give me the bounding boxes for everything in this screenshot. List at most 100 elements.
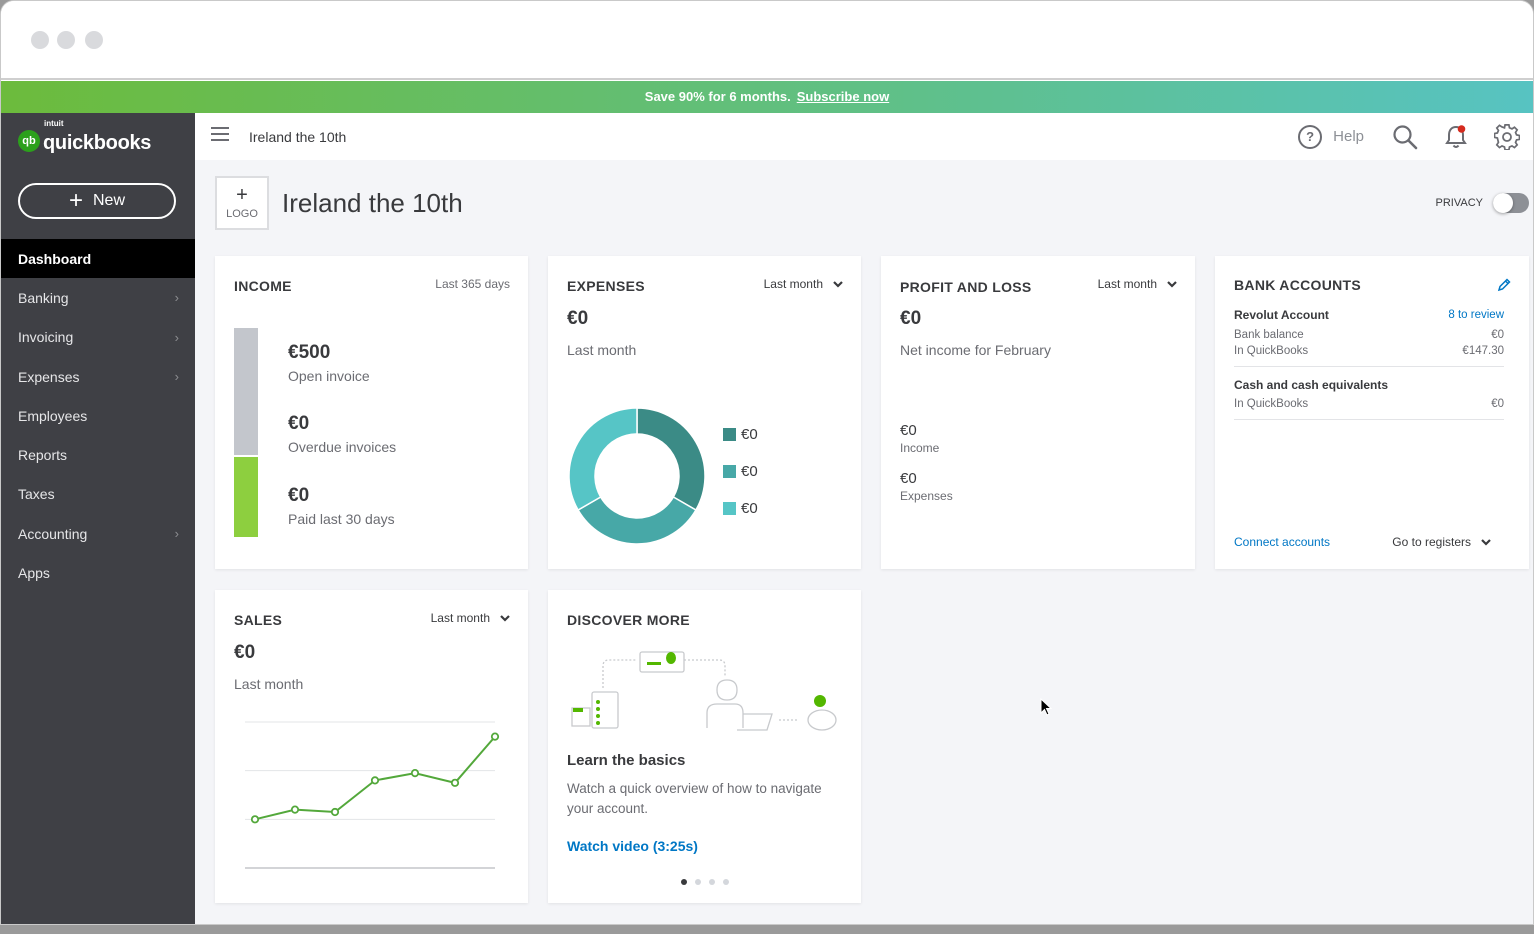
income-bar[interactable] xyxy=(234,328,258,537)
page-title: Ireland the 10th xyxy=(282,188,463,218)
sidebar-item-reports[interactable]: Reports xyxy=(1,435,195,474)
sidebar-nav: Dashboard Banking › Invoicing › Expenses › Empl… xyxy=(1,239,195,593)
pl-income-value: €0 xyxy=(900,422,917,439)
sales-point[interactable] xyxy=(490,732,500,741)
pl-expenses-stat[interactable]: €0 Expenses xyxy=(900,470,953,503)
privacy-control: PRIVACY xyxy=(1436,193,1529,213)
help-button[interactable]: ? Help xyxy=(1298,124,1364,149)
company-name: Ireland the 10th xyxy=(249,129,347,145)
window-minimize-dot[interactable] xyxy=(57,31,75,49)
sidebar-item-label: Reports xyxy=(18,447,68,464)
expenses-legend-item[interactable]: €0 xyxy=(723,500,758,517)
subscribe-link[interactable]: Subscribe now xyxy=(797,89,889,104)
income-bar-unpaid xyxy=(234,328,258,456)
paid-value: €0 xyxy=(288,485,310,506)
carousel-dot[interactable] xyxy=(722,879,729,885)
sales-point[interactable] xyxy=(450,778,460,787)
qb-logo-icon: qb xyxy=(18,130,40,152)
sales-point[interactable] xyxy=(290,805,300,814)
new-button[interactable]: + New xyxy=(18,183,176,219)
chevron-down-icon xyxy=(500,615,510,622)
expenses-legend-item[interactable]: €0 xyxy=(723,463,758,480)
sidebar-item-label: Dashboard xyxy=(18,250,92,267)
sidebar-item-label: Expenses xyxy=(18,368,80,385)
carousel-dot[interactable] xyxy=(680,879,687,885)
carousel-dot[interactable] xyxy=(708,879,715,885)
hamburger-menu-icon[interactable] xyxy=(211,127,229,141)
chevron-down-icon xyxy=(1167,281,1177,288)
open-invoice-value: €500 xyxy=(288,342,331,363)
sales-point[interactable] xyxy=(370,776,380,785)
sidebar-item-accounting[interactable]: Accounting › xyxy=(1,514,195,553)
carousel-pagination xyxy=(548,879,861,885)
notification-bell-icon xyxy=(1445,124,1467,148)
add-logo-button[interactable]: + LOGO xyxy=(215,176,269,230)
bank-balance-row: Bank balance €0 xyxy=(1234,327,1504,343)
sales-total: €0 xyxy=(234,642,256,663)
expenses-total: €0 xyxy=(567,308,589,329)
overdue-invoices-stat[interactable]: €0 Overdue invoices xyxy=(288,413,396,455)
bank-account-item[interactable]: Cash and cash equivalents In QuickBooks €0 xyxy=(1234,377,1504,420)
legend-swatch xyxy=(723,428,736,441)
donut-slice-1[interactable] xyxy=(636,407,706,512)
notifications-button[interactable] xyxy=(1444,124,1468,150)
watch-video-link[interactable]: Watch video (3:25s) xyxy=(567,838,698,854)
sidebar-item-dashboard[interactable]: Dashboard xyxy=(1,239,195,279)
profit-loss-period-dropdown[interactable]: Last month xyxy=(1098,277,1177,291)
discover-more-card: DISCOVER MORE Learn the basics Watch a q… xyxy=(548,590,861,903)
sidebar-item-label: Invoicing xyxy=(18,329,74,346)
window-chrome xyxy=(1,1,1533,80)
bank-balance-row: In QuickBooks €0 xyxy=(1234,396,1504,412)
sidebar: qb intuit quickbooks + New Dashboard Bank… xyxy=(1,113,195,924)
balance-value: €0 xyxy=(1491,329,1504,341)
sidebar-item-employees[interactable]: Employees xyxy=(1,396,195,435)
sidebar-item-taxes[interactable]: Taxes xyxy=(1,475,195,514)
chevron-right-icon: › xyxy=(174,526,179,542)
sales-point[interactable] xyxy=(410,768,420,778)
paid-stat[interactable]: €0 Paid last 30 days xyxy=(288,485,395,527)
expenses-legend-item[interactable]: €0 xyxy=(723,426,758,443)
donut-slice-2[interactable] xyxy=(577,495,697,545)
pl-expenses-value: €0 xyxy=(900,470,917,487)
pl-income-stat[interactable]: €0 Income xyxy=(900,422,939,455)
edit-pencil-icon[interactable] xyxy=(1497,278,1511,292)
window-maximize-dot[interactable] xyxy=(85,31,103,49)
window-close-dot[interactable] xyxy=(31,31,49,49)
plus-icon: + xyxy=(68,187,83,214)
bank-accounts-card: BANK ACCOUNTS Revolut Account 8 to review… xyxy=(1215,256,1529,569)
chevron-right-icon: › xyxy=(174,290,179,306)
sidebar-item-banking[interactable]: Banking › xyxy=(1,278,195,317)
registers-label: Go to registers xyxy=(1392,535,1471,549)
sidebar-item-apps[interactable]: Apps xyxy=(1,553,195,592)
sales-point[interactable] xyxy=(330,807,340,817)
sales-line-chart xyxy=(245,721,500,869)
sales-period-dropdown[interactable]: Last month xyxy=(431,611,510,625)
sidebar-item-invoicing[interactable]: Invoicing › xyxy=(1,318,195,357)
logo-wordmark: intuit quickbooks xyxy=(43,119,151,158)
sales-subtitle: Last month xyxy=(234,676,304,692)
sales-point[interactable] xyxy=(250,815,260,824)
chevron-down-icon xyxy=(833,281,843,288)
settings-button[interactable] xyxy=(1494,123,1520,150)
paid-label: Paid last 30 days xyxy=(288,511,395,527)
sidebar-item-label: Banking xyxy=(18,289,69,306)
intuit-label: intuit xyxy=(44,119,64,128)
chevron-right-icon: › xyxy=(174,329,179,345)
search-button[interactable] xyxy=(1392,124,1418,150)
donut-slice-3[interactable] xyxy=(568,407,638,512)
new-button-label: New xyxy=(93,192,126,209)
privacy-toggle[interactable] xyxy=(1493,193,1529,213)
connect-accounts-link[interactable]: Connect accounts xyxy=(1234,535,1330,549)
income-bar-paid xyxy=(234,457,258,537)
to-review-link[interactable]: 8 to review xyxy=(1448,307,1504,324)
open-invoice-stat[interactable]: €500 Open invoice xyxy=(288,342,370,384)
bank-account-item[interactable]: Revolut Account 8 to review Bank balance €0… xyxy=(1234,307,1504,367)
gear-icon xyxy=(1494,123,1520,150)
go-to-registers-dropdown[interactable]: Go to registers xyxy=(1392,535,1491,549)
discover-heading: Learn the basics xyxy=(567,752,686,769)
quickbooks-logo[interactable]: qb intuit quickbooks xyxy=(18,119,151,158)
sidebar-item-expenses[interactable]: Expenses › xyxy=(1,357,195,396)
bank-account-list: Revolut Account 8 to review Bank balance €0… xyxy=(1234,307,1504,430)
carousel-dot[interactable] xyxy=(694,879,701,885)
expenses-period-dropdown[interactable]: Last month xyxy=(764,277,843,291)
